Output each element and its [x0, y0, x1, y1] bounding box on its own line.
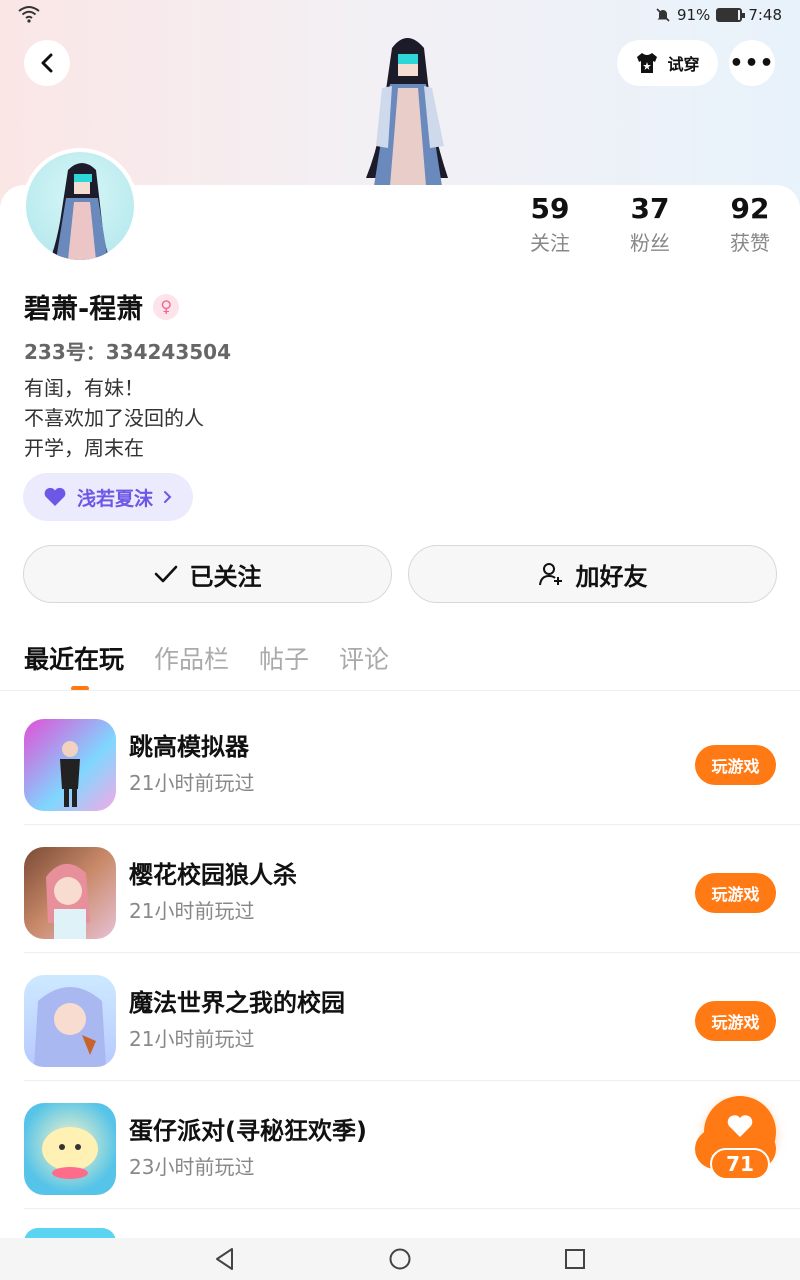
intimacy-label: 浅若夏沫 — [77, 487, 154, 510]
tab-comments[interactable]: 评论 — [339, 640, 389, 680]
nav-home-icon[interactable] — [387, 1246, 413, 1272]
game-icon — [24, 847, 116, 939]
stat-likes[interactable]: 92 获赞 — [700, 190, 800, 270]
game-name: 魔法世界之我的校园 — [129, 989, 345, 1017]
list-item[interactable]: 蛋仔派对(寻秘狂欢季) 23小时前玩过 玩游戏 — [0, 1081, 800, 1209]
game-icon — [24, 719, 116, 811]
play-game-button[interactable]: 玩游戏 — [695, 873, 776, 913]
tab-works[interactable]: 作品栏 — [154, 640, 229, 680]
heart-icon — [44, 487, 66, 506]
add-friend-button[interactable]: 加好友 — [408, 545, 777, 603]
check-icon — [154, 565, 177, 583]
tshirt-icon — [637, 53, 658, 73]
intimacy-badge[interactable]: 浅若夏沫 — [23, 473, 194, 521]
chevron-left-icon — [41, 53, 53, 73]
avatar-figure — [366, 38, 448, 186]
wifi-icon — [18, 6, 40, 23]
stat-following[interactable]: 59 关注 — [500, 190, 600, 270]
female-icon: ♀ — [153, 293, 180, 320]
play-game-button[interactable]: 玩游戏 — [695, 1001, 776, 1041]
game-last-played: 21小时前玩过 — [129, 899, 255, 923]
list-item[interactable]: 魔法世界之我的校园 21小时前玩过 玩游戏 — [0, 953, 800, 1081]
back-button[interactable] — [24, 40, 70, 86]
follow-button[interactable]: 已关注 — [23, 545, 392, 603]
add-user-icon — [538, 563, 562, 586]
game-name: 樱花校园狼人杀 — [129, 861, 297, 889]
bio-line: 不喜欢加了没回的人 — [24, 406, 204, 430]
avatar[interactable] — [22, 148, 138, 264]
add-friend-label: 加好友 — [575, 562, 648, 591]
try-on-label: 试穿 — [667, 55, 700, 74]
game-last-played: 21小时前玩过 — [129, 771, 255, 795]
list-item[interactable]: 跳高模拟器 21小时前玩过 玩游戏 — [0, 697, 800, 825]
profile-bio: 有闺，有妹！ 不喜欢加了没回的人 开学，周末在 — [24, 373, 204, 463]
bio-line: 开学，周末在 — [24, 436, 144, 460]
profile-stats: 59 关注 37 粉丝 92 获赞 — [500, 190, 800, 270]
stat-following-count: 59 — [530, 192, 570, 225]
game-last-played: 23小时前玩过 — [129, 1155, 255, 1179]
follow-label: 已关注 — [189, 562, 262, 591]
game-icon — [24, 1103, 116, 1195]
profile-uid: 233号：334243504 — [24, 340, 231, 364]
bell-muted-icon — [656, 8, 670, 22]
nav-recents-icon[interactable] — [562, 1246, 588, 1272]
game-name: 跳高模拟器 — [129, 733, 249, 761]
battery-icon — [716, 8, 746, 22]
stat-likes-count: 92 — [730, 192, 770, 225]
system-nav-bar — [0, 1238, 800, 1280]
play-game-button[interactable]: 玩游戏 — [695, 745, 776, 785]
stat-fans[interactable]: 37 粉丝 — [600, 190, 700, 270]
stat-following-label: 关注 — [530, 231, 570, 255]
tab-recent-play[interactable]: 最近在玩 — [24, 640, 124, 680]
game-last-played: 21小时前玩过 — [129, 1027, 255, 1051]
bio-line: 有闺，有妹！ — [24, 376, 144, 400]
row-divider — [24, 1208, 800, 1209]
profile-nickname: 碧萧-程萧 — [24, 294, 144, 325]
try-on-button[interactable]: 试穿 — [617, 40, 718, 86]
more-options-button[interactable]: ••• — [729, 40, 775, 86]
status-time: 7:48 — [748, 6, 782, 24]
tab-posts[interactable]: 帖子 — [259, 640, 309, 680]
more-dots-icon: ••• — [729, 50, 775, 76]
stat-fans-count: 37 — [630, 192, 670, 225]
game-icon — [24, 975, 116, 1067]
stat-fans-label: 粉丝 — [630, 231, 670, 255]
profile-tabs: 最近在玩 作品栏 帖子 评论 — [24, 640, 389, 680]
stat-likes-label: 获赞 — [730, 231, 770, 255]
list-item[interactable]: 樱花校园狼人杀 21小时前玩过 玩游戏 — [0, 825, 800, 953]
like-count: 71 — [710, 1148, 770, 1180]
game-name: 蛋仔派对(寻秘狂欢季) — [129, 1117, 367, 1145]
chevron-right-icon — [164, 491, 172, 503]
profile-nickname-row: 碧萧-程萧 ♀ — [24, 287, 180, 326]
avatar-image — [50, 163, 110, 260]
nav-back-icon[interactable] — [212, 1246, 238, 1272]
tabs-divider — [0, 690, 800, 691]
heart-icon — [727, 1115, 753, 1137]
battery-percent: 91% — [676, 6, 711, 24]
